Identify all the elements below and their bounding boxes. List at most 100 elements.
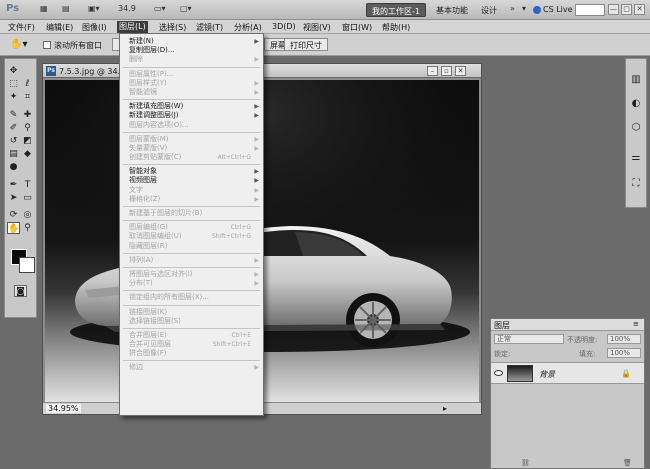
lasso-icon[interactable]: ℓ bbox=[21, 78, 34, 90]
menu-separator bbox=[123, 304, 260, 306]
3d-rotate-icon[interactable]: ⟳ bbox=[7, 209, 20, 221]
layer-menu-item-label: 图层编组(G) bbox=[129, 223, 168, 232]
layer-menu-item-shortcut: Alt+Ctrl+G bbox=[217, 154, 251, 162]
screen-mode-icon[interactable]: ▢▾ bbox=[180, 4, 192, 15]
minimize-button[interactable]: — bbox=[608, 4, 619, 15]
print-size-button[interactable]: 打印尺寸 bbox=[284, 38, 328, 51]
adjustments-icon[interactable]: ⚌ bbox=[629, 151, 643, 165]
cs-live-label: CS Live bbox=[543, 5, 573, 14]
workspace-essentials-link[interactable]: 基本功能 bbox=[436, 5, 468, 16]
menu-help[interactable]: 帮助(H) bbox=[382, 22, 410, 33]
doc-maximize-button[interactable]: ▫ bbox=[441, 66, 452, 76]
navigator-icon[interactable]: ⬡ bbox=[629, 121, 643, 135]
zoom-icon[interactable]: ⚲ bbox=[21, 222, 34, 234]
layer-menu-item-label: 新建填充图层(W) bbox=[129, 102, 184, 111]
zoom-readout[interactable]: 34.95% bbox=[46, 404, 81, 413]
status-arrow-icon[interactable]: ▸ bbox=[443, 404, 447, 413]
layer-menu-item-label: 创建剪贴蒙版(C) bbox=[129, 153, 182, 162]
doc-minimize-button[interactable]: – bbox=[427, 66, 438, 76]
history-brush-icon[interactable]: ↺ bbox=[7, 135, 20, 147]
search-input[interactable] bbox=[575, 4, 605, 16]
submenu-arrow-icon: ▶ bbox=[254, 38, 259, 45]
layer-menu-item: 合并图层(E) Ctrl+E bbox=[120, 331, 263, 340]
eyedropper-icon[interactable]: ✎ bbox=[7, 109, 20, 121]
shape-icon[interactable]: ▭ bbox=[21, 192, 34, 204]
background-color-swatch[interactable] bbox=[19, 257, 35, 273]
layer-menu-item[interactable]: 复制图层(D)... bbox=[120, 46, 263, 55]
scroll-all-windows-checkbox[interactable] bbox=[43, 41, 51, 49]
maximize-button[interactable]: ▢ bbox=[621, 4, 632, 15]
menu-image[interactable]: 图像(I) bbox=[82, 22, 107, 33]
arrange-documents-icon[interactable]: ▭▾ bbox=[154, 4, 166, 15]
blur-icon[interactable]: ◆ bbox=[21, 148, 34, 160]
gradient-icon[interactable]: ▤ bbox=[7, 148, 20, 160]
layer-row-background[interactable]: 背景 🔒 bbox=[491, 362, 644, 384]
menu-window[interactable]: 窗口(W) bbox=[342, 22, 372, 33]
layer-menu-item-label: 排列(A) bbox=[129, 255, 154, 264]
path-select-icon[interactable]: ➤ bbox=[7, 192, 20, 204]
zoom-level-dropdown[interactable]: 34.9 bbox=[118, 4, 136, 15]
doc-close-button[interactable]: ✕ bbox=[455, 66, 466, 76]
link-layers-icon[interactable]: ⛓ bbox=[521, 459, 530, 467]
photoshop-logo: Ps bbox=[6, 3, 20, 14]
blend-mode-select[interactable]: 正常 bbox=[494, 334, 564, 344]
brush-icon[interactable]: ✐ bbox=[7, 122, 20, 134]
magic-wand-icon[interactable]: ✦ bbox=[7, 91, 20, 103]
quick-mask-icon[interactable]: ◙ bbox=[14, 285, 27, 297]
layer-menu-item[interactable]: 新建填充图层(W) ▶ bbox=[120, 102, 263, 111]
workspace-active-button[interactable]: 我的工作区-1 bbox=[366, 3, 426, 17]
layer-menu-item-label: 图层内容选项(O)... bbox=[129, 120, 189, 129]
menu-edit[interactable]: 编辑(E) bbox=[46, 22, 73, 33]
eye-icon[interactable] bbox=[494, 370, 503, 376]
layer-menu-item: 选择链接图层(S) bbox=[120, 317, 263, 326]
opacity-label: 不透明度: bbox=[567, 336, 598, 344]
panel-menu-icon[interactable]: ≡ bbox=[633, 320, 639, 328]
layer-menu-item: 矢量蒙版(V) ▶ bbox=[120, 144, 263, 153]
menu-filter[interactable]: 滤镜(T) bbox=[196, 22, 223, 33]
submenu-arrow-icon: ▶ bbox=[254, 56, 259, 64]
menu-file[interactable]: 文件(F) bbox=[8, 22, 35, 33]
cs-live-button[interactable]: CS Live bbox=[533, 5, 573, 14]
delete-layer-icon[interactable]: 🗑 bbox=[623, 459, 632, 467]
dodge-icon[interactable]: ● bbox=[7, 161, 20, 173]
color-icon[interactable]: ◐ bbox=[629, 97, 643, 111]
histogram-icon[interactable]: ▥ bbox=[629, 73, 643, 87]
hand-icon[interactable]: ✋ bbox=[7, 222, 20, 234]
layer-menu-item[interactable]: 新建(N) ▶ bbox=[120, 37, 263, 46]
marquee-icon[interactable]: ⬚ bbox=[7, 78, 20, 90]
minibridge-icon[interactable]: ▤ bbox=[62, 4, 70, 15]
menu-analysis[interactable]: 分析(A) bbox=[234, 22, 262, 33]
transform-icon[interactable]: ⛶ bbox=[629, 177, 643, 191]
menu-select[interactable]: 选择(S) bbox=[159, 22, 186, 33]
healing-brush-icon[interactable]: ✚ bbox=[21, 109, 34, 121]
layer-menu-item-label: 修边 bbox=[129, 363, 143, 372]
pen-icon[interactable]: ✒ bbox=[7, 179, 20, 191]
menu-layer[interactable]: 图层(L) bbox=[117, 21, 148, 33]
workspace-design-link[interactable]: 设计 bbox=[481, 5, 497, 16]
bridge-icon[interactable]: ▦ bbox=[40, 4, 48, 15]
menu-view[interactable]: 视图(V) bbox=[303, 22, 331, 33]
layer-menu-item: 图层属性(P)... bbox=[120, 70, 263, 79]
view-extras-icon[interactable]: ▣▾ bbox=[88, 4, 100, 15]
layer-menu-item-label: 新建调整图层(J) bbox=[129, 111, 179, 120]
workspace-dropdown-icon[interactable]: ▾ bbox=[522, 4, 526, 15]
layer-menu-item[interactable]: 新建调整图层(J) ▶ bbox=[120, 111, 263, 120]
layer-menu-item-shortcut: Shift+Ctrl+E bbox=[212, 341, 251, 349]
menu-3d[interactable]: 3D(D) bbox=[272, 22, 296, 31]
workspace-more-icon[interactable]: » bbox=[510, 4, 515, 15]
opacity-input[interactable]: 100% bbox=[607, 334, 641, 344]
move-icon[interactable]: ✥ bbox=[7, 65, 20, 77]
layers-tab[interactable]: 图层 bbox=[494, 320, 510, 331]
type-icon[interactable]: T bbox=[21, 179, 34, 191]
layer-menu-item[interactable]: 视频图层 ▶ bbox=[120, 176, 263, 185]
fill-input[interactable]: 100% bbox=[607, 348, 641, 358]
close-button[interactable]: ✕ bbox=[634, 4, 645, 15]
layer-menu-item-label: 选择链接图层(S) bbox=[129, 316, 181, 325]
layer-menu-item-label: 智能滤镜 bbox=[129, 87, 157, 96]
3d-orbit-icon[interactable]: ◎ bbox=[21, 209, 34, 221]
eraser-icon[interactable]: ◩ bbox=[21, 135, 34, 147]
clone-stamp-icon[interactable]: ⚲ bbox=[21, 122, 34, 134]
crop-icon[interactable]: ⌗ bbox=[21, 91, 34, 103]
submenu-arrow-icon: ▶ bbox=[254, 168, 259, 176]
submenu-arrow-icon: ▶ bbox=[254, 256, 259, 264]
